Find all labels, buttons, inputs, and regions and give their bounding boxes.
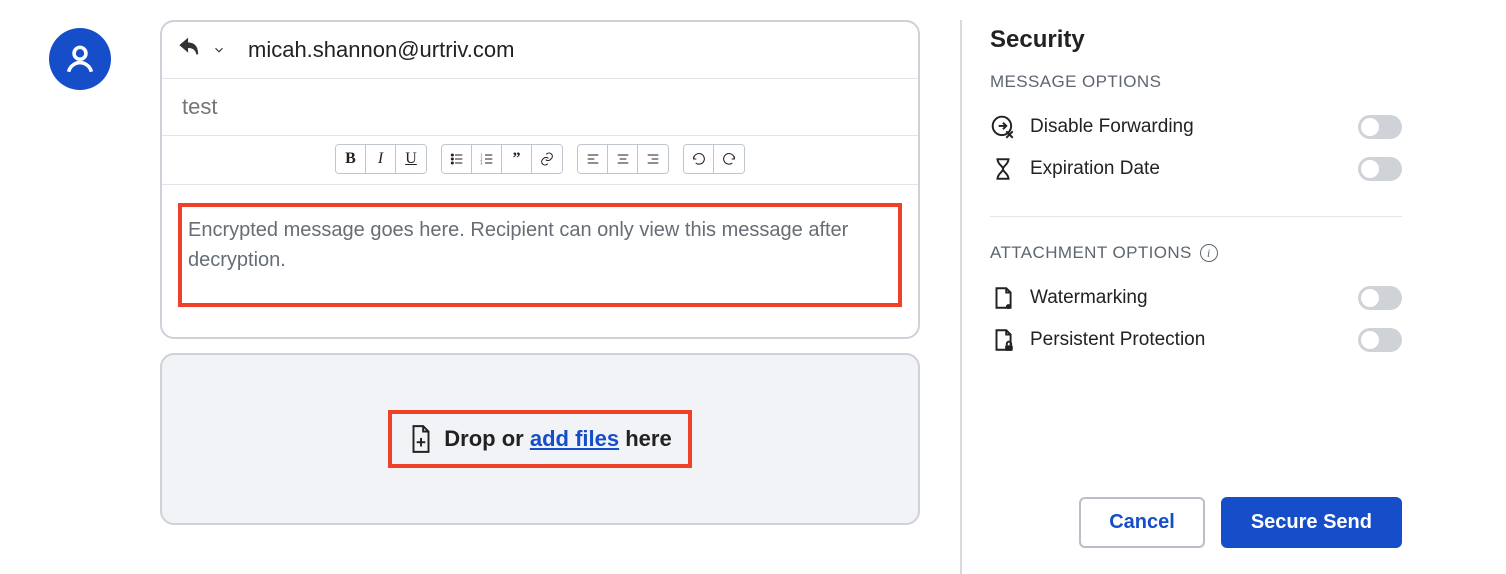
compose-panel: micah.shannon@urtriv.com B I U	[160, 20, 920, 339]
align-right-button[interactable]	[638, 145, 668, 173]
disable-forwarding-icon	[990, 114, 1016, 140]
disable-forwarding-toggle[interactable]	[1358, 115, 1402, 139]
secure-send-button[interactable]: Secure Send	[1221, 497, 1402, 548]
link-button[interactable]	[532, 145, 562, 173]
persistent-protection-icon	[990, 327, 1016, 353]
message-editor[interactable]: Encrypted message goes here. Recipient c…	[162, 185, 918, 337]
bold-button[interactable]: B	[336, 145, 366, 173]
recipient-email[interactable]: micah.shannon@urtriv.com	[248, 37, 514, 63]
redo-button[interactable]	[714, 145, 744, 173]
numbered-list-button[interactable]: 123	[472, 145, 502, 173]
align-center-button[interactable]	[608, 145, 638, 173]
sidebar-divider	[990, 216, 1402, 217]
expiration-label: Expiration Date	[1030, 158, 1160, 180]
file-add-icon	[408, 424, 434, 454]
bullet-list-button[interactable]	[442, 145, 472, 173]
watermarking-icon	[990, 285, 1016, 311]
drop-text-prefix: Drop or	[444, 426, 530, 451]
align-left-button[interactable]	[578, 145, 608, 173]
info-icon[interactable]: i	[1200, 244, 1218, 262]
recipient-mode-dropdown[interactable]	[212, 37, 226, 63]
avatar[interactable]	[49, 28, 111, 90]
drop-text-suffix: here	[619, 426, 672, 451]
persistent-label: Persistent Protection	[1030, 329, 1205, 351]
disable-forwarding-label: Disable Forwarding	[1030, 116, 1194, 138]
watermarking-label: Watermarking	[1030, 287, 1148, 309]
italic-button[interactable]: I	[366, 145, 396, 173]
watermarking-toggle[interactable]	[1358, 286, 1402, 310]
persistent-toggle[interactable]	[1358, 328, 1402, 352]
recipient-row: micah.shannon@urtriv.com	[162, 22, 918, 79]
attachment-options-label: ATTACHMENT OPTIONS i	[990, 243, 1402, 263]
subject-input[interactable]	[180, 93, 900, 121]
cancel-button[interactable]: Cancel	[1079, 497, 1205, 548]
message-options-label: MESSAGE OPTIONS	[990, 72, 1402, 92]
subject-row	[162, 79, 918, 136]
expiration-toggle[interactable]	[1358, 157, 1402, 181]
hourglass-icon	[990, 156, 1016, 182]
reply-icon[interactable]	[176, 36, 202, 64]
blockquote-button[interactable]: ”	[502, 145, 532, 173]
format-toolbar: B I U 123 ”	[162, 136, 918, 185]
sidebar-title: Security	[990, 26, 1402, 54]
undo-button[interactable]	[684, 145, 714, 173]
security-sidebar: Security MESSAGE OPTIONS Disable Forward…	[960, 20, 1430, 574]
action-row: Cancel Secure Send	[990, 477, 1402, 574]
highlight-message-area: Encrypted message goes here. Recipient c…	[178, 203, 902, 307]
underline-button[interactable]: U	[396, 145, 426, 173]
add-files-link[interactable]: add files	[530, 426, 619, 451]
highlight-dropzone: Drop or add files here	[388, 410, 691, 468]
attachment-dropzone[interactable]: Drop or add files here	[160, 353, 920, 525]
person-icon	[63, 42, 97, 76]
svg-text:3: 3	[480, 160, 482, 165]
